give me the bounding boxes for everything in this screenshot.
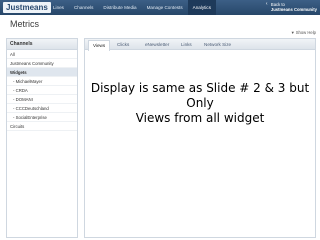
tab-clicks[interactable]: Clicks <box>113 40 133 50</box>
annotation-line1: Display is same as Slide # 2 & 3 but <box>90 81 310 95</box>
show-help-label: Show Help <box>295 30 316 35</box>
back-arrow-icon: ‹ <box>265 1 268 7</box>
nav-distribute-media[interactable]: Distribute Media <box>98 0 141 15</box>
tab-network-size[interactable]: Network Size <box>200 40 235 50</box>
tab-links[interactable]: Links <box>177 40 196 50</box>
tab-views[interactable]: Views <box>88 40 111 51</box>
sidebar-item-all[interactable]: All <box>7 50 77 59</box>
triangle-down-icon: ▼ <box>290 30 295 35</box>
nav-analytics[interactable]: Analytics <box>187 0 217 15</box>
sidebar-item-michaelmayer[interactable]: - MichaelMayer <box>7 77 77 86</box>
nav-lines[interactable]: Lines <box>48 0 69 15</box>
sidebar-item-domani[interactable]: - DOMANI <box>7 95 77 104</box>
nav-channels[interactable]: Channels <box>69 0 98 15</box>
main-nav: Lines Channels Distribute Media Manage C… <box>48 0 217 15</box>
sidebar-item-circuits[interactable]: Circuits <box>7 122 77 131</box>
nav-manage-contests[interactable]: Manage Contests <box>142 0 188 15</box>
metrics-panel: Views Clicks eNewsletter Links Network S… <box>84 38 316 238</box>
annotation-line2: Only <box>186 96 214 110</box>
sidebar-item-justmeans-community[interactable]: Justmeans Community <box>7 59 77 68</box>
back-link-line2: Justmeans Community <box>270 7 317 13</box>
back-to-community-link[interactable]: ‹ Back to Justmeans Community <box>266 1 317 13</box>
sidebar-item-crda[interactable]: - CRDA <box>7 86 77 95</box>
sidebar-item-widgets[interactable]: Widgets <box>7 68 77 77</box>
channels-sidebar: Channels All Justmeans Community Widgets… <box>6 38 78 238</box>
slide-annotation: Display is same as Slide # 2 & 3 but Onl… <box>85 81 315 126</box>
sidebar-item-cccdeutschland[interactable]: - CCCDeutschland <box>7 104 77 113</box>
top-navigation-bar: Justmeans Lines Channels Distribute Medi… <box>0 0 320 15</box>
metrics-tabs: Views Clicks eNewsletter Links Network S… <box>85 39 315 51</box>
page-title: Metrics <box>10 19 39 29</box>
sidebar-item-socialenterprise[interactable]: - SocialEnterprise <box>7 113 77 122</box>
sidebar-title: Channels <box>7 39 77 50</box>
justmeans-logo[interactable]: Justmeans <box>3 2 51 13</box>
annotation-line3: Views from all widget <box>135 111 265 125</box>
tab-enewsletter[interactable]: eNewsletter <box>141 40 173 50</box>
show-help-toggle[interactable]: ▼Show Help <box>291 30 316 35</box>
